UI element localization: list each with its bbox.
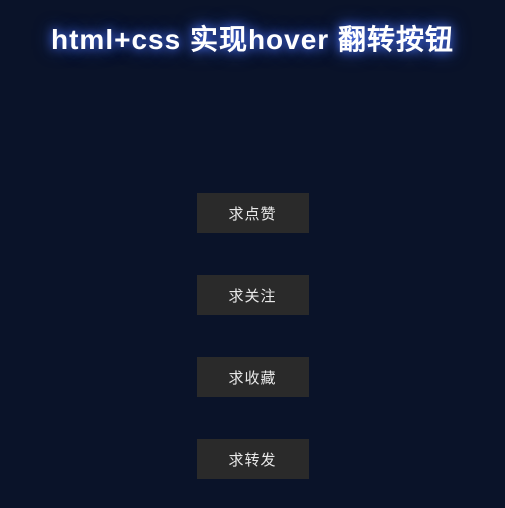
like-button[interactable]: 求点赞 [197,193,309,233]
follow-button[interactable]: 求关注 [197,275,309,315]
button-container: 求点赞 求关注 求收藏 求转发 [0,193,505,479]
favorite-button[interactable]: 求收藏 [197,357,309,397]
share-button[interactable]: 求转发 [197,439,309,479]
page-title: html+css 实现hover 翻转按钮 [0,0,505,58]
